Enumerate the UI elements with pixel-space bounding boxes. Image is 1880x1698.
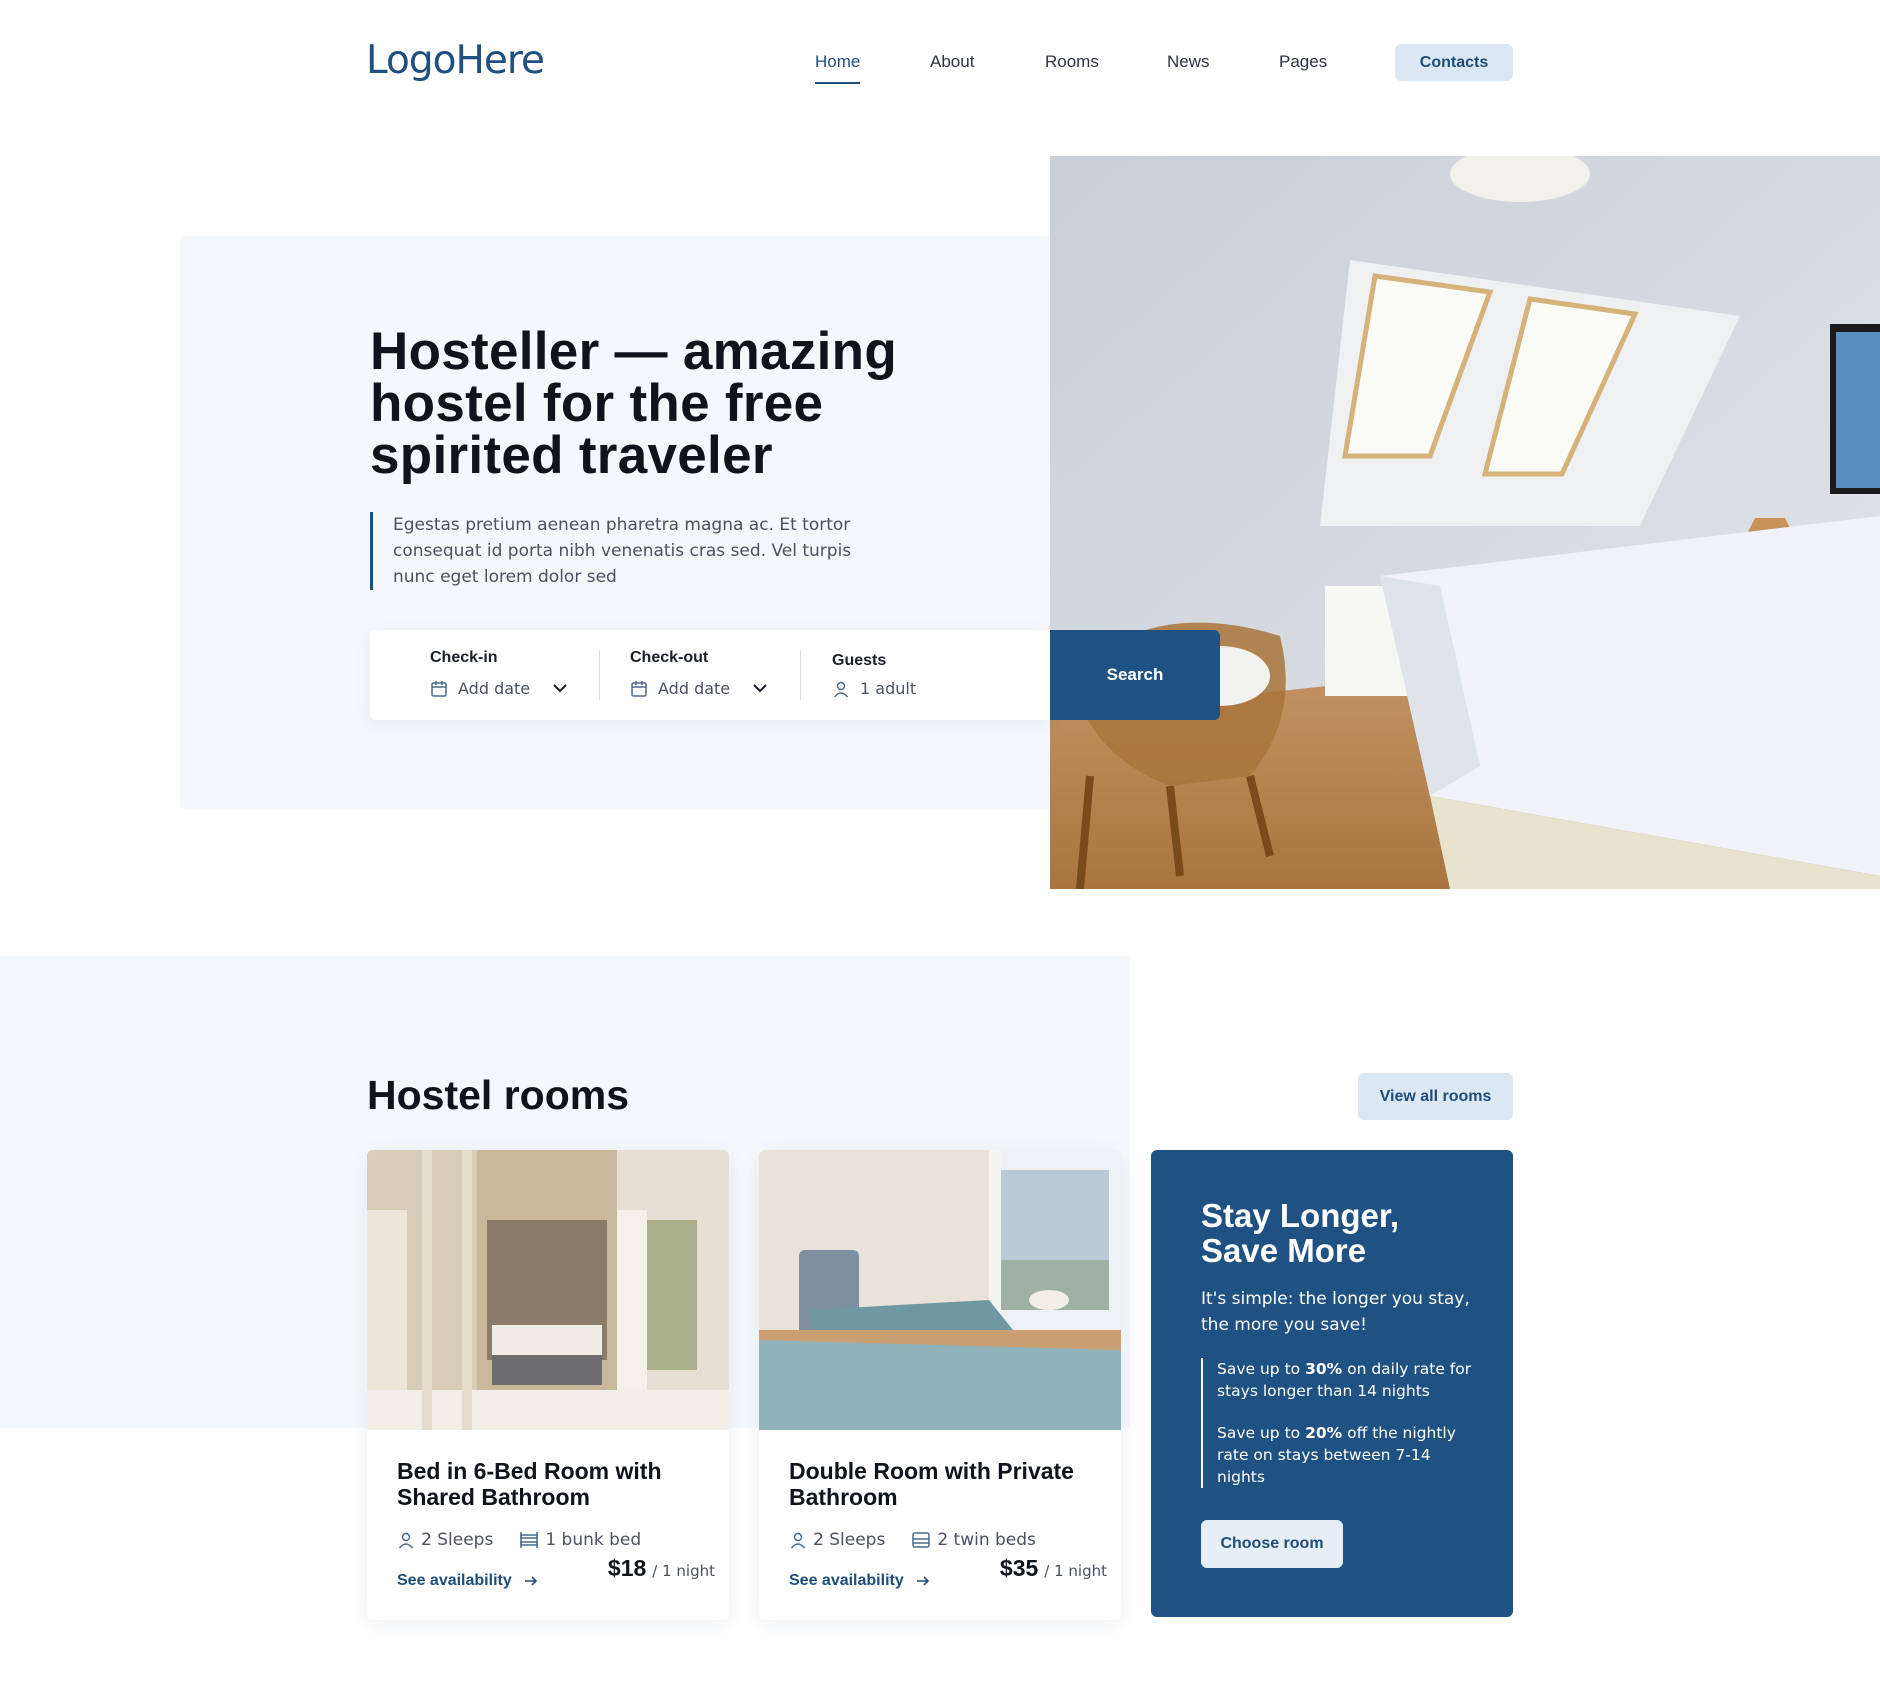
see-availability-link[interactable]: See availability (789, 1572, 930, 1590)
nav-about[interactable]: About (930, 52, 974, 72)
bed-icon (912, 1532, 931, 1548)
room-sleeps: 2 Sleeps (421, 1530, 494, 1550)
chevron-down-icon[interactable] (750, 678, 770, 698)
hero-bedroom-image (1050, 156, 1880, 889)
divider (599, 650, 600, 700)
checkin-field[interactable]: Check-in Add date (430, 630, 570, 720)
divider (800, 650, 801, 700)
room-title: Double Room with Private Bathroom (789, 1458, 1074, 1510)
price-tag: $35 / 1 night (985, 1549, 1121, 1589)
booking-form: Check-in Add date Check-out Add date Gue… (370, 630, 1051, 720)
rooms-title: Hostel rooms (367, 1072, 629, 1118)
arrow-right-icon (524, 1576, 537, 1586)
checkin-label: Check-in (430, 649, 498, 666)
search-button[interactable]: Search (1050, 630, 1220, 720)
room-image-bunk (367, 1150, 729, 1430)
promo-title: Stay Longer, Save More (1201, 1197, 1400, 1269)
checkout-field[interactable]: Check-out Add date (630, 630, 770, 720)
chevron-down-icon[interactable] (550, 678, 570, 698)
room-beds: 1 bunk bed (545, 1530, 642, 1550)
checkout-label: Check-out (630, 649, 709, 666)
promo-item: Save up to 20% off the nightly rate on s… (1217, 1424, 1456, 1486)
see-availability-label: See availability (789, 1572, 904, 1589)
nav-home[interactable]: Home (815, 52, 861, 84)
promo-list: Save up to 30% on daily rate for stays l… (1201, 1358, 1481, 1488)
logo[interactable]: LogoHere (366, 38, 545, 83)
room-card[interactable]: $35 / 1 night Double Room with Private B… (759, 1150, 1121, 1620)
person-icon (790, 1532, 806, 1549)
room-beds: 2 twin beds (937, 1530, 1036, 1550)
hero-title: Hosteller — amazing hostel for the free … (370, 322, 898, 485)
arrow-right-icon (916, 1576, 929, 1586)
bunk-bed-icon (520, 1532, 539, 1548)
see-availability-label: See availability (397, 1572, 512, 1589)
price-tag: $18 / 1 night (593, 1549, 729, 1589)
guests-field[interactable]: Guests 1 adult (832, 630, 1012, 720)
checkin-value: Add date (458, 679, 531, 698)
nav-pages[interactable]: Pages (1279, 52, 1327, 72)
guests-label: Guests (832, 652, 887, 669)
price-unit: / 1 night (1044, 1562, 1107, 1580)
guests-value: 1 adult (860, 679, 917, 698)
room-image-double (759, 1150, 1121, 1430)
calendar-icon (431, 680, 447, 697)
nav-rooms[interactable]: Rooms (1045, 52, 1099, 72)
promo-subtitle: It's simple: the longer you stay, the mo… (1201, 1289, 1470, 1335)
room-sleeps: 2 Sleeps (813, 1530, 886, 1550)
see-availability-link[interactable]: See availability (397, 1572, 538, 1590)
checkout-value: Add date (658, 679, 731, 698)
promo-card: Stay Longer, Save More It's simple: the … (1151, 1150, 1513, 1617)
choose-room-button[interactable]: Choose room (1201, 1520, 1343, 1568)
person-icon (833, 681, 849, 697)
hero-description: Egestas pretium aenean pharetra magna ac… (370, 512, 870, 590)
view-all-rooms-button[interactable]: View all rooms (1358, 1073, 1513, 1120)
price-unit: / 1 night (652, 1562, 715, 1580)
person-icon (398, 1532, 414, 1549)
contacts-button[interactable]: Contacts (1395, 44, 1513, 81)
room-title: Bed in 6-Bed Room with Shared Bathroom (397, 1458, 662, 1510)
room-card[interactable]: $18 / 1 night Bed in 6-Bed Room with Sha… (367, 1150, 729, 1620)
promo-item: Save up to 30% on daily rate for stays l… (1217, 1360, 1472, 1400)
calendar-icon (631, 680, 647, 697)
price-amount: $35 (999, 1555, 1039, 1581)
price-amount: $18 (607, 1555, 647, 1581)
nav-news[interactable]: News (1167, 52, 1210, 72)
